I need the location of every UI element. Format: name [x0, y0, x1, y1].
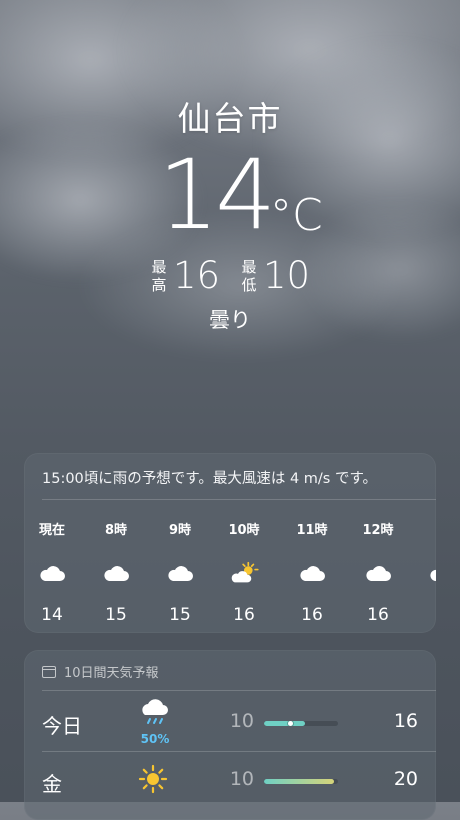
- cloud-icon: [427, 561, 436, 585]
- sun-icon: [138, 764, 172, 794]
- high-value: 16: [173, 254, 221, 297]
- hour-temperature: 14: [41, 605, 63, 625]
- hourly-item: 9時 15: [150, 503, 210, 633]
- low-label-2: 低: [241, 276, 257, 294]
- low-temperature: 10: [229, 710, 254, 732]
- high-label-1: 最: [151, 258, 167, 276]
- hourly-forecast-card[interactable]: 15:00頃に雨の予想です。最大風速は 4 m/s です。 現在 14 8時 15 9時…: [24, 453, 436, 633]
- current-temperature: 14 °C: [0, 140, 460, 250]
- hour-temperature: 15: [105, 605, 127, 625]
- high-low: 最 高 16 最 低 10: [0, 254, 460, 298]
- partly-sunny-icon: [229, 561, 259, 585]
- divider: [42, 499, 436, 500]
- day-label: 今日: [42, 714, 82, 738]
- hourly-item: 1: [412, 503, 436, 633]
- cloud-icon: [297, 561, 327, 585]
- hourly-item: 10時 16: [214, 503, 274, 633]
- hourly-summary: 15:00頃に雨の予想です。最大風速は 4 m/s です。: [42, 471, 378, 487]
- cloud-icon: [363, 561, 393, 585]
- high-temperature: 20: [393, 768, 418, 790]
- hour-label: 12時: [362, 523, 394, 538]
- daily-row[interactable]: 金 10 20: [24, 752, 436, 808]
- ten-day-forecast-card[interactable]: 10日間天気予報 今日 50% 10 16 金 10 20: [24, 650, 436, 820]
- high-temperature: 16: [393, 710, 418, 732]
- temperature-range-bar: [264, 721, 338, 726]
- temperature-range-fill: [264, 779, 335, 784]
- high-label-2: 高: [151, 276, 167, 294]
- low-value: 10: [263, 254, 311, 297]
- temperature-value: 14: [158, 139, 276, 251]
- hour-label: 現在: [38, 523, 65, 538]
- low-temperature: 10: [229, 768, 254, 790]
- ten-day-title: 10日間天気予報: [64, 666, 159, 681]
- hourly-item: 現在 14: [24, 503, 82, 633]
- precipitation-chance: 50%: [140, 732, 170, 746]
- hour-temperature: 15: [169, 605, 191, 625]
- rain-cloud-icon: [138, 698, 172, 728]
- hourly-item: 12時 16: [348, 503, 408, 633]
- calendar-icon: [42, 665, 56, 678]
- daily-row[interactable]: 今日 50% 10 16: [24, 694, 436, 750]
- condition-text: 曇り: [209, 308, 251, 332]
- temperature-range-fill: [264, 721, 305, 726]
- current-weather-header: 仙台市 14 °C 最 高 16 最 低 10 曇り: [0, 0, 460, 340]
- hour-label: 11時: [296, 523, 328, 538]
- divider: [42, 690, 436, 691]
- ten-day-header: 10日間天気予報: [42, 662, 159, 681]
- hourly-item: 11時 16: [282, 503, 342, 633]
- low-label: 最 低: [238, 258, 260, 294]
- hour-label: 10時: [228, 523, 260, 538]
- hour-temperature: 16: [367, 605, 389, 625]
- hour-temperature: 16: [233, 605, 255, 625]
- cloud-icon: [165, 561, 195, 585]
- hour-temperature: 16: [301, 605, 323, 625]
- high-label: 最 高: [148, 258, 170, 294]
- cloud-icon: [101, 561, 131, 585]
- temperature-unit: °C: [270, 190, 323, 241]
- hourly-scroll[interactable]: 現在 14 8時 15 9時 15 10時 16 11時 16 12時 16 1: [24, 503, 436, 633]
- hourly-item: 8時 15: [86, 503, 146, 633]
- low-label-1: 最: [241, 258, 257, 276]
- temperature-range-bar: [264, 779, 338, 784]
- cloud-icon: [37, 561, 67, 585]
- city-name: 仙台市: [177, 99, 283, 138]
- hour-label: 9時: [168, 523, 192, 538]
- hour-label: 1: [412, 519, 436, 534]
- current-temperature-dot: [287, 721, 293, 726]
- hour-label: 8時: [104, 523, 128, 538]
- day-label: 金: [42, 772, 62, 796]
